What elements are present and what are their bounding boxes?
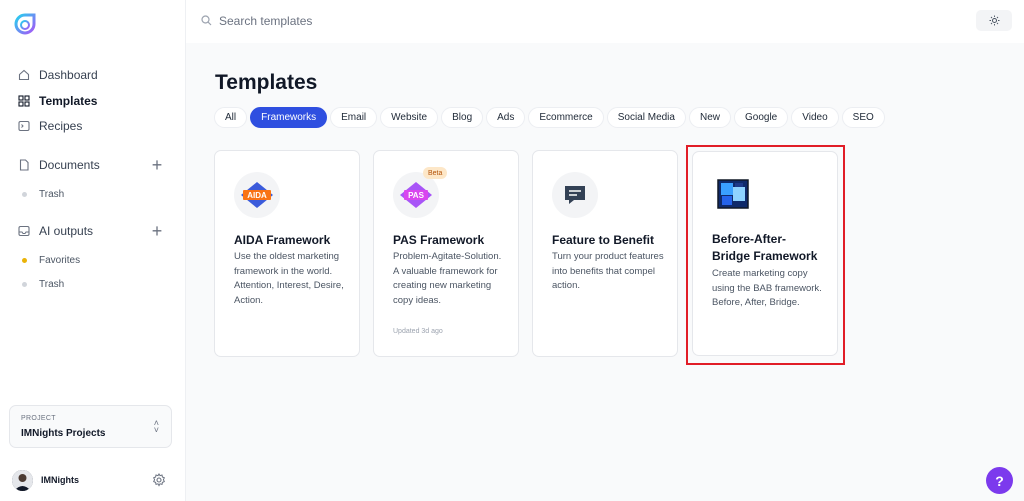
- ai-outputs-section[interactable]: AI outputs +: [18, 221, 167, 241]
- status-dot: [22, 281, 27, 287]
- nav-templates[interactable]: Templates: [18, 91, 97, 111]
- nav-recipes[interactable]: Recipes: [18, 116, 82, 136]
- user-profile[interactable]: IMNights: [12, 469, 79, 491]
- nav-templates-label: Templates: [39, 94, 98, 108]
- status-dot: [22, 191, 27, 197]
- filter-blog[interactable]: Blog: [441, 107, 484, 128]
- filter-email[interactable]: Email: [330, 107, 378, 128]
- documents-section[interactable]: Documents +: [18, 155, 167, 175]
- filter-video[interactable]: Video: [791, 107, 839, 128]
- card-title: AIDA Framework: [234, 233, 331, 247]
- card-description: Turn your product features into benefits…: [552, 251, 664, 291]
- documents-trash[interactable]: Trash: [22, 186, 64, 202]
- ai-outputs-label: AI outputs: [39, 224, 94, 238]
- theme-toggle-button[interactable]: [976, 10, 1012, 31]
- ai-outputs-trash[interactable]: Trash: [22, 276, 64, 292]
- template-card-bab[interactable]: Before-After-Bridge Framework Create mar…: [692, 151, 838, 356]
- card-description: Problem-Agitate-Solution. A valuable fra…: [393, 251, 502, 306]
- filter-frameworks[interactable]: Frameworks: [250, 107, 328, 128]
- documents-label: Documents: [39, 158, 100, 172]
- filter-website[interactable]: Website: [380, 107, 439, 128]
- grid-icon: [18, 95, 30, 107]
- aida-icon-text: AIDA: [247, 191, 267, 200]
- template-card-pas[interactable]: PAS Beta PAS Framework Problem-Agitate-S…: [373, 150, 519, 357]
- user-name: IMNights: [41, 475, 79, 485]
- updated-timestamp: Updated 3d ago: [393, 328, 443, 335]
- template-card-feature-to-benefit[interactable]: Feature to Benefit Turn your product fea…: [532, 150, 678, 357]
- filter-ads[interactable]: Ads: [486, 107, 526, 128]
- favorites-label: Favorites: [39, 254, 81, 266]
- page-title: Templates: [215, 71, 318, 94]
- topbar: [186, 0, 1024, 43]
- filter-social-media[interactable]: Social Media: [606, 107, 686, 128]
- filter-ecommerce[interactable]: Ecommerce: [528, 107, 604, 128]
- document-icon: [18, 159, 30, 171]
- chevron-up-down-icon: ˄ ˅: [153, 418, 159, 435]
- sun-icon: [989, 15, 999, 26]
- beta-badge: Beta: [423, 167, 448, 179]
- search-icon: [201, 15, 212, 26]
- project-selector[interactable]: PROJECT IMNights Projects ˄ ˅: [9, 405, 172, 448]
- bridge-image-icon: [717, 179, 749, 209]
- gear-icon[interactable]: [152, 473, 166, 487]
- nav-dashboard-label: Dashboard: [39, 68, 98, 82]
- card-description: Use the oldest marketing framework in th…: [234, 251, 344, 306]
- terminal-icon: [18, 120, 30, 132]
- card-title: PAS Framework: [393, 233, 485, 247]
- favorites-dot: [22, 257, 27, 263]
- add-document-plus-icon[interactable]: +: [147, 155, 167, 175]
- chat-bubble-icon: [552, 172, 598, 218]
- card-title: Feature to Benefit: [552, 233, 655, 247]
- ai-outputs-trash-label: Trash: [39, 278, 65, 290]
- filter-google[interactable]: Google: [734, 107, 789, 128]
- avatar: [12, 469, 33, 491]
- logo-icon[interactable]: [14, 13, 36, 35]
- search-input[interactable]: [219, 10, 519, 32]
- template-card-aida[interactable]: AIDA AIDA Framework Use the oldest marke…: [214, 150, 360, 357]
- nav-recipes-label: Recipes: [39, 119, 83, 133]
- documents-trash-label: Trash: [39, 188, 65, 200]
- filter-seo[interactable]: SEO: [841, 107, 885, 128]
- sidebar: Dashboard Templates Recipes Documents + …: [0, 0, 186, 501]
- home-icon: [18, 69, 30, 81]
- card-title: Before-After-Bridge Framework: [712, 232, 818, 263]
- filter-new[interactable]: New: [688, 107, 731, 128]
- inbox-icon: [18, 225, 30, 237]
- category-filters: All Frameworks Email Website Blog Ads Ec…: [214, 107, 885, 128]
- project-name: IMNights Projects: [21, 428, 106, 439]
- add-ai-output-plus-icon[interactable]: +: [147, 221, 167, 241]
- card-description: Create marketing copy using the BAB fram…: [712, 268, 822, 308]
- pas-icon-text: PAS: [408, 191, 425, 200]
- ai-outputs-favorites[interactable]: Favorites: [22, 252, 80, 268]
- help-button[interactable]: ?: [986, 467, 1013, 494]
- aida-icon: AIDA: [234, 172, 280, 218]
- filter-all[interactable]: All: [214, 107, 248, 128]
- project-caption: PROJECT: [21, 415, 56, 422]
- nav-dashboard[interactable]: Dashboard: [18, 65, 98, 85]
